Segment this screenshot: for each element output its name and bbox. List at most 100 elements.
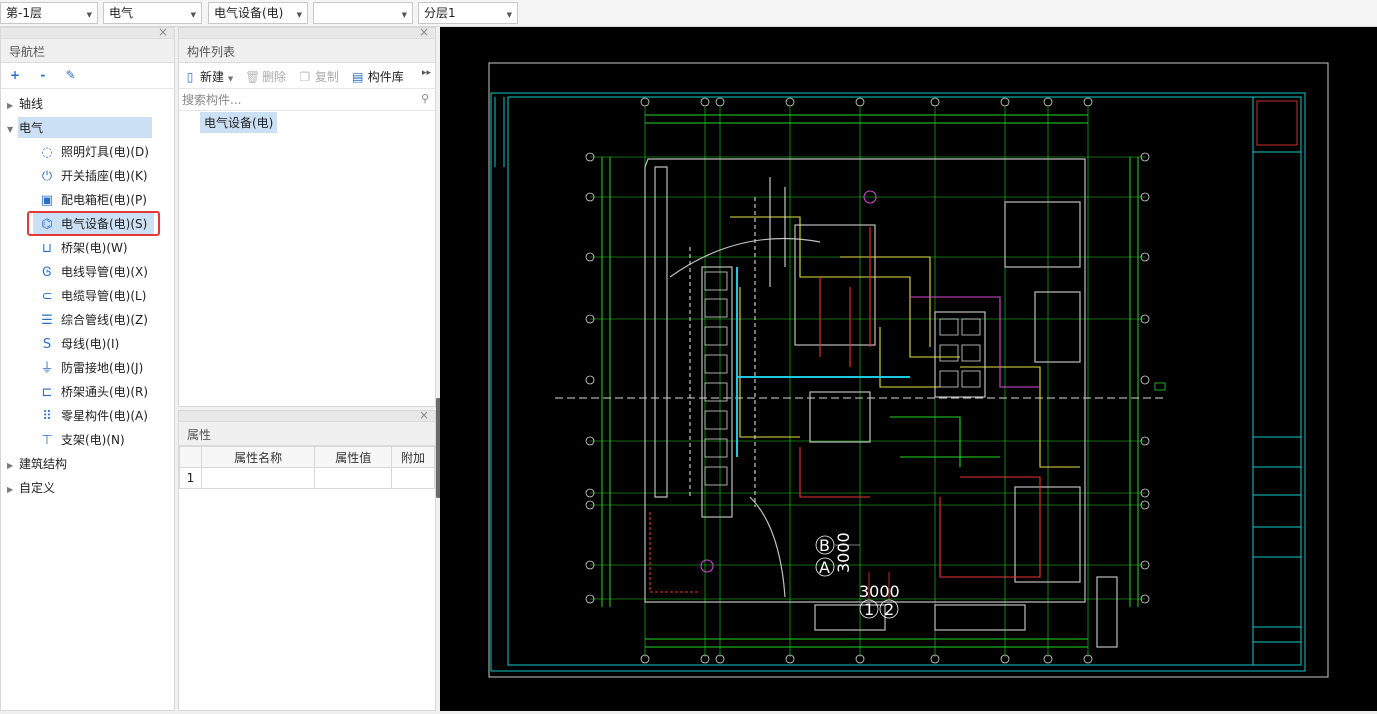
tree-item-wire-conduit[interactable]: Ꮆ 电线导管(电)(X) — [39, 261, 148, 283]
layer-select-value: 分层1 — [424, 6, 456, 20]
caret-right-icon: ▶ — [7, 461, 14, 470]
component-list-header: 构件列表 — [179, 39, 435, 63]
tree-item-panel-box[interactable]: ▣ 配电箱柜(电)(P) — [39, 189, 147, 211]
row-index: 1 — [179, 467, 202, 489]
tree-item-label: 桥架通头(电)(R) — [61, 385, 149, 399]
tree-item-label: 开关插座(电)(K) — [61, 169, 148, 183]
close-icon[interactable]: × — [419, 25, 429, 39]
expand-all-icon[interactable]: + — [7, 67, 23, 83]
tree-item-label: 电缆导管(电)(L) — [61, 289, 147, 303]
tree-item-cable-conduit[interactable]: ⊂ 电缆导管(电)(L) — [39, 285, 147, 307]
library-icon: ▤ — [352, 70, 364, 84]
layer-select[interactable]: 分层1 ▼ — [418, 2, 518, 24]
tree-item-label: 电线导管(电)(X) — [61, 265, 148, 279]
chevron-down-icon: ▼ — [86, 11, 92, 19]
cable-conduit-icon: ⊂ — [41, 288, 53, 304]
nav-panel-strip: × — [1, 25, 174, 39]
component-panel-strip: × — [179, 25, 435, 39]
copy-button-label: 复制 — [314, 70, 339, 84]
chevron-down-icon: ▼ — [506, 11, 512, 19]
discipline-select-value: 电气 — [109, 6, 134, 20]
wire-conduit-icon: Ꮆ — [42, 264, 52, 280]
copy-button[interactable]: ❐ 复制 — [298, 68, 339, 85]
more-icon[interactable]: ▸▸ — [422, 68, 431, 78]
tree-item-misc[interactable]: ⠿ 零星构件(电)(A) — [39, 405, 148, 427]
property-extra-cell[interactable] — [391, 467, 435, 489]
component-select[interactable]: ▼ — [313, 2, 413, 24]
tree-item-label: 防雷接地(电)(J) — [61, 361, 144, 375]
component-list-title: 构件列表 — [187, 45, 236, 59]
category-select-value: 电气设备(电) — [214, 6, 284, 20]
component-list-panel: × 构件列表 ▯ 新建 ▼ 🗑 删除 ❐ 复制 ▤ 构件库 ▸▸ 搜索构件... ⚲ 电… — [178, 25, 436, 407]
tree-item-label: 母线(电)(I) — [61, 337, 120, 351]
search-input[interactable]: 搜索构件... — [182, 93, 241, 107]
search-icon[interactable]: ⚲ — [421, 92, 429, 105]
tree-item-bracket[interactable]: ⊤ 支架(电)(N) — [39, 429, 125, 451]
tree-item-tray-fitting[interactable]: ⊏ 桥架通头(电)(R) — [39, 381, 149, 403]
tree-item-axis[interactable]: ▶ 轴线 — [7, 93, 43, 115]
tree-item-building[interactable]: ▶ 建筑结构 — [7, 453, 67, 475]
close-icon[interactable]: × — [158, 25, 168, 39]
switch-icon: ⏻ — [41, 168, 53, 184]
new-file-icon: ▯ — [186, 70, 194, 84]
chevron-down-icon: ▼ — [296, 11, 302, 19]
delete-button[interactable]: 🗑 删除 — [245, 68, 286, 85]
col-extra-header: 附加 — [391, 446, 435, 468]
property-value-cell[interactable] — [314, 467, 393, 489]
component-item[interactable]: 电气设备(电) — [200, 112, 278, 133]
tree-item-label: 照明灯具(电)(D) — [61, 145, 149, 159]
tree-item-switch[interactable]: ⏻ 开关插座(电)(K) — [39, 165, 148, 187]
edit-icon[interactable]: ✎ — [63, 67, 79, 83]
properties-panel-strip: × — [179, 408, 435, 422]
tree-item-busbar[interactable]: S 母线(电)(I) — [39, 333, 119, 355]
tree-item-combined-pipe[interactable]: ☰ 综合管线(电)(Z) — [39, 309, 148, 331]
library-button[interactable]: ▤ 构件库 — [351, 68, 404, 85]
caret-right-icon: ▶ — [7, 101, 14, 110]
component-search[interactable]: 搜索构件... ⚲ — [179, 89, 435, 111]
component-item-label: 电气设备(电) — [204, 116, 274, 130]
table-row[interactable]: 1 — [179, 467, 435, 489]
dimension-label-vertical: 3000 — [834, 532, 853, 573]
tree-item-grounding[interactable]: ⏚ 防雷接地(电)(J) — [39, 357, 143, 379]
tree-item-custom[interactable]: ▶ 自定义 — [7, 477, 55, 499]
row-index-header — [179, 446, 202, 468]
category-select[interactable]: 电气设备(电) ▼ — [208, 2, 308, 24]
close-icon[interactable]: × — [419, 408, 429, 422]
discipline-select[interactable]: 电气 ▼ — [103, 2, 202, 24]
grounding-icon: ⏚ — [40, 360, 54, 376]
lightbulb-icon: ◌ — [41, 144, 53, 160]
axis-label-1: 1 — [864, 600, 874, 619]
cad-drawing-viewport[interactable]: B A 3000 3000 1 2 — [440, 27, 1377, 711]
tree-item-label: 支架(电)(N) — [61, 433, 125, 447]
chevron-down-icon: ▼ — [227, 75, 234, 83]
tree-item-label: 自定义 — [19, 481, 56, 495]
new-button-label: 新建 — [200, 70, 225, 84]
tree-item-label: 桥架(电)(W) — [61, 241, 128, 255]
navigation-panel: × 导航栏 + - ✎ ▶ 轴线 ▼ 电气 ◌ 照明灯具(电)(D) ⏻ 开关插座(电)… — [0, 25, 175, 711]
component-toolbar: ▯ 新建 ▼ 🗑 删除 ❐ 复制 ▤ 构件库 ▸▸ — [179, 63, 435, 89]
floor-select[interactable]: 第-1层 ▼ — [0, 2, 98, 24]
new-button[interactable]: ▯ 新建 ▼ — [183, 68, 234, 85]
top-selector-bar: 第-1层 ▼ 电气 ▼ 电气设备(电) ▼ ▼ 分层1 ▼ — [0, 0, 1377, 27]
busbar-icon: S — [42, 336, 52, 352]
nav-toolbar: + - ✎ — [1, 63, 174, 89]
grid-icon: ⠿ — [42, 408, 52, 424]
tree-item-electric[interactable]: ▼ 电气 — [7, 117, 43, 139]
axis-label-a: A — [819, 558, 830, 577]
axis-label-b: B — [819, 536, 830, 555]
trash-icon: 🗑 — [245, 70, 261, 84]
tree-item-tray[interactable]: ⊔ 桥架(电)(W) — [39, 237, 128, 259]
property-name-cell[interactable] — [200, 467, 316, 489]
dimension-label-horizontal: 3000 — [859, 582, 900, 601]
collapse-all-icon[interactable]: - — [35, 67, 51, 83]
tray-fitting-icon: ⊏ — [41, 384, 53, 400]
tree-item-label: 建筑结构 — [19, 457, 68, 471]
col-value-header: 属性值 — [314, 446, 393, 468]
tree-item-label: 综合管线(电)(Z) — [61, 313, 148, 327]
properties-table: 属性名称 属性值 附加 1 — [179, 446, 435, 489]
properties-header: 属性 — [179, 422, 435, 446]
tree-item-electrical-equipment[interactable]: ⌬ 电气设备(电)(S) — [39, 213, 147, 235]
properties-panel: × 属性 属性名称 属性值 附加 1 — [178, 408, 436, 711]
nav-panel-header: 导航栏 — [1, 39, 174, 63]
tree-item-lighting[interactable]: ◌ 照明灯具(电)(D) — [39, 141, 149, 163]
